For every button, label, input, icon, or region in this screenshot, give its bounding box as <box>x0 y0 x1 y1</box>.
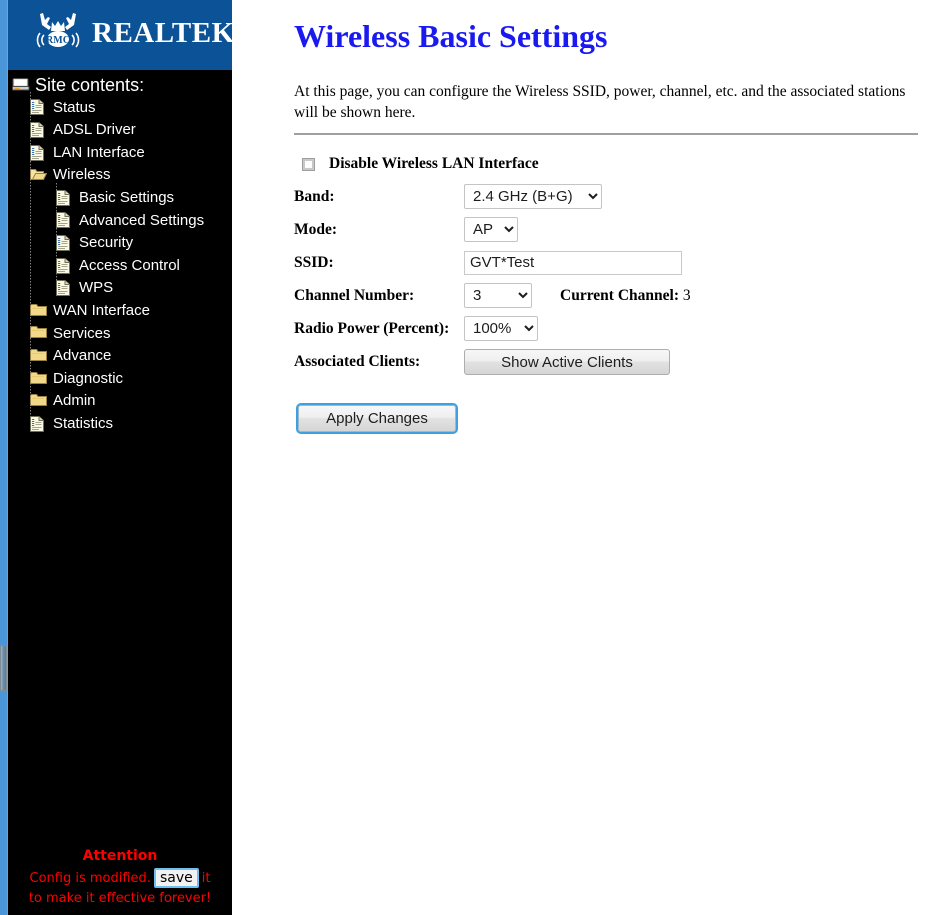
site-contents-tree: Site contents: Status ADSL Driver LAN Inter… <box>8 70 232 436</box>
disable-wireless-lan-checkbox[interactable] <box>302 157 315 171</box>
sidebar-item-label: WAN Interface <box>53 301 150 319</box>
current-channel-label: Current Channel: <box>560 286 679 304</box>
main-content: Wireless Basic Settings At this page, yo… <box>232 0 935 915</box>
associated-clients-row: Associated Clients: Show Active Clients <box>294 349 935 375</box>
sidebar-item-adsl-driver[interactable]: ADSL Driver <box>8 119 232 142</box>
sidebar-item-advance[interactable]: Advance <box>8 345 232 368</box>
sidebar-item-label: Access Control <box>79 256 180 274</box>
sidebar-item-label: Status <box>53 98 96 116</box>
sidebar-item-admin[interactable]: Admin <box>8 390 232 413</box>
band-row: Band: 2.4 GHz (B)2.4 GHz (G)2.4 GHz (N)2… <box>294 184 935 209</box>
page-icon <box>30 99 48 116</box>
page-icon <box>56 212 74 229</box>
ssid-input[interactable] <box>464 250 682 275</box>
page-description: At this page, you can configure the Wire… <box>294 83 906 121</box>
disable-wireless-lan-label: Disable Wireless LAN Interface <box>329 155 539 172</box>
channel-number-row: Channel Number: Auto12345678910111213 Cu… <box>294 283 935 308</box>
mode-label: Mode: <box>294 220 338 238</box>
wireless-basic-settings-form: Disable Wireless LAN Interface Band: 2.4… <box>232 135 935 434</box>
page-icon <box>30 144 48 162</box>
sidebar: RMC REALTEK Site contents: Status ADSL Dri… <box>8 0 232 915</box>
attention-text-after: it <box>201 871 211 886</box>
sidebar-item-wan-interface[interactable]: WAN Interface <box>8 300 232 323</box>
disable-wlan-row: Disable Wireless LAN Interface <box>294 155 935 173</box>
current-channel-readout: Current Channel: 3 <box>560 287 691 305</box>
page-icon <box>56 234 74 252</box>
sidebar-item-site-contents[interactable]: Site contents: <box>8 74 232 97</box>
sidebar-item-lan-interface[interactable]: LAN Interface <box>8 142 232 165</box>
sidebar-item-services[interactable]: Services <box>8 323 232 346</box>
radio-power-row: Radio Power (Percent): 100%70%50%35%15% <box>294 316 935 341</box>
sidebar-item-diagnostic[interactable]: Diagnostic <box>8 368 232 391</box>
page-icon <box>56 280 74 297</box>
page-scrollbar[interactable] <box>0 0 8 915</box>
folder-icon <box>30 303 48 320</box>
sidebar-item-label: Site contents: <box>35 75 145 95</box>
associated-clients-label: Associated Clients: <box>294 353 421 370</box>
scrollbar-thumb[interactable] <box>0 645 7 691</box>
sidebar-item-label: Services <box>53 324 111 342</box>
sidebar-item-basic-settings[interactable]: Basic Settings <box>8 187 232 210</box>
ssid-row: SSID: <box>294 250 935 275</box>
sidebar-item-label: Diagnostic <box>53 369 124 387</box>
folder-icon <box>30 371 48 388</box>
ssid-label: SSID: <box>294 253 334 271</box>
sidebar-item-label: Basic Settings <box>79 188 175 206</box>
page-title: Wireless Basic Settings <box>294 18 608 54</box>
sidebar-item-label: Advance <box>53 347 112 365</box>
band-select[interactable]: 2.4 GHz (B)2.4 GHz (G)2.4 GHz (N)2.4 GHz… <box>464 184 602 209</box>
mode-row: Mode: APClientWDSAP+WDS <box>294 217 935 242</box>
sidebar-item-label: Admin <box>53 392 96 410</box>
svg-text:RMC: RMC <box>46 35 70 46</box>
sidebar-item-statistics[interactable]: Statistics <box>8 413 232 436</box>
sidebar-item-wps[interactable]: WPS <box>8 277 232 300</box>
attention-notice: Attention Config is modified. save it to m… <box>8 846 232 909</box>
sidebar-item-label: Wireless <box>53 166 111 184</box>
sidebar-item-security[interactable]: Security <box>8 232 232 255</box>
radio-power-select[interactable]: 100%70%50%35%15% <box>464 316 538 341</box>
channel-number-label: Channel Number: <box>294 286 415 304</box>
apply-changes-button[interactable]: Apply Changes <box>296 403 458 434</box>
folder-open-icon <box>30 167 48 184</box>
current-channel-value: 3 <box>682 286 691 304</box>
radio-power-label: Radio Power (Percent): <box>294 319 450 337</box>
sidebar-item-label: LAN Interface <box>53 143 145 161</box>
folder-icon <box>30 393 48 410</box>
folder-icon <box>30 325 48 342</box>
sidebar-item-label: Security <box>79 234 134 252</box>
attention-text-line2: to make it effective forever! <box>28 891 212 906</box>
brand-name: REALTEK <box>92 17 232 49</box>
sidebar-item-label: Advanced Settings <box>79 211 205 229</box>
channel-number-select[interactable]: Auto12345678910111213 <box>464 283 532 308</box>
show-active-clients-button[interactable]: Show Active Clients <box>464 349 670 375</box>
sidebar-item-label: ADSL Driver <box>53 121 136 139</box>
page-icon <box>30 121 48 139</box>
save-button[interactable]: save <box>153 868 199 888</box>
sidebar-item-label: WPS <box>79 279 114 297</box>
band-label: Band: <box>294 187 335 205</box>
mode-select[interactable]: APClientWDSAP+WDS <box>464 217 518 242</box>
brand-banner: RMC REALTEK <box>8 0 232 70</box>
folder-icon <box>30 348 48 365</box>
sidebar-item-advanced-settings[interactable]: Advanced Settings <box>8 210 232 233</box>
sidebar-item-wireless[interactable]: Wireless <box>8 164 232 187</box>
computer-icon <box>12 77 30 94</box>
page-icon <box>30 415 48 433</box>
page-icon <box>56 257 74 275</box>
sidebar-item-label: Statistics <box>53 414 114 432</box>
realtek-antler-logo-icon: RMC <box>30 8 86 58</box>
attention-text-before: Config is modified. <box>29 871 151 886</box>
sidebar-item-access-control[interactable]: Access Control <box>8 255 232 278</box>
attention-title: Attention <box>82 848 158 864</box>
page-icon <box>56 189 74 207</box>
sidebar-item-status[interactable]: Status <box>8 97 232 120</box>
